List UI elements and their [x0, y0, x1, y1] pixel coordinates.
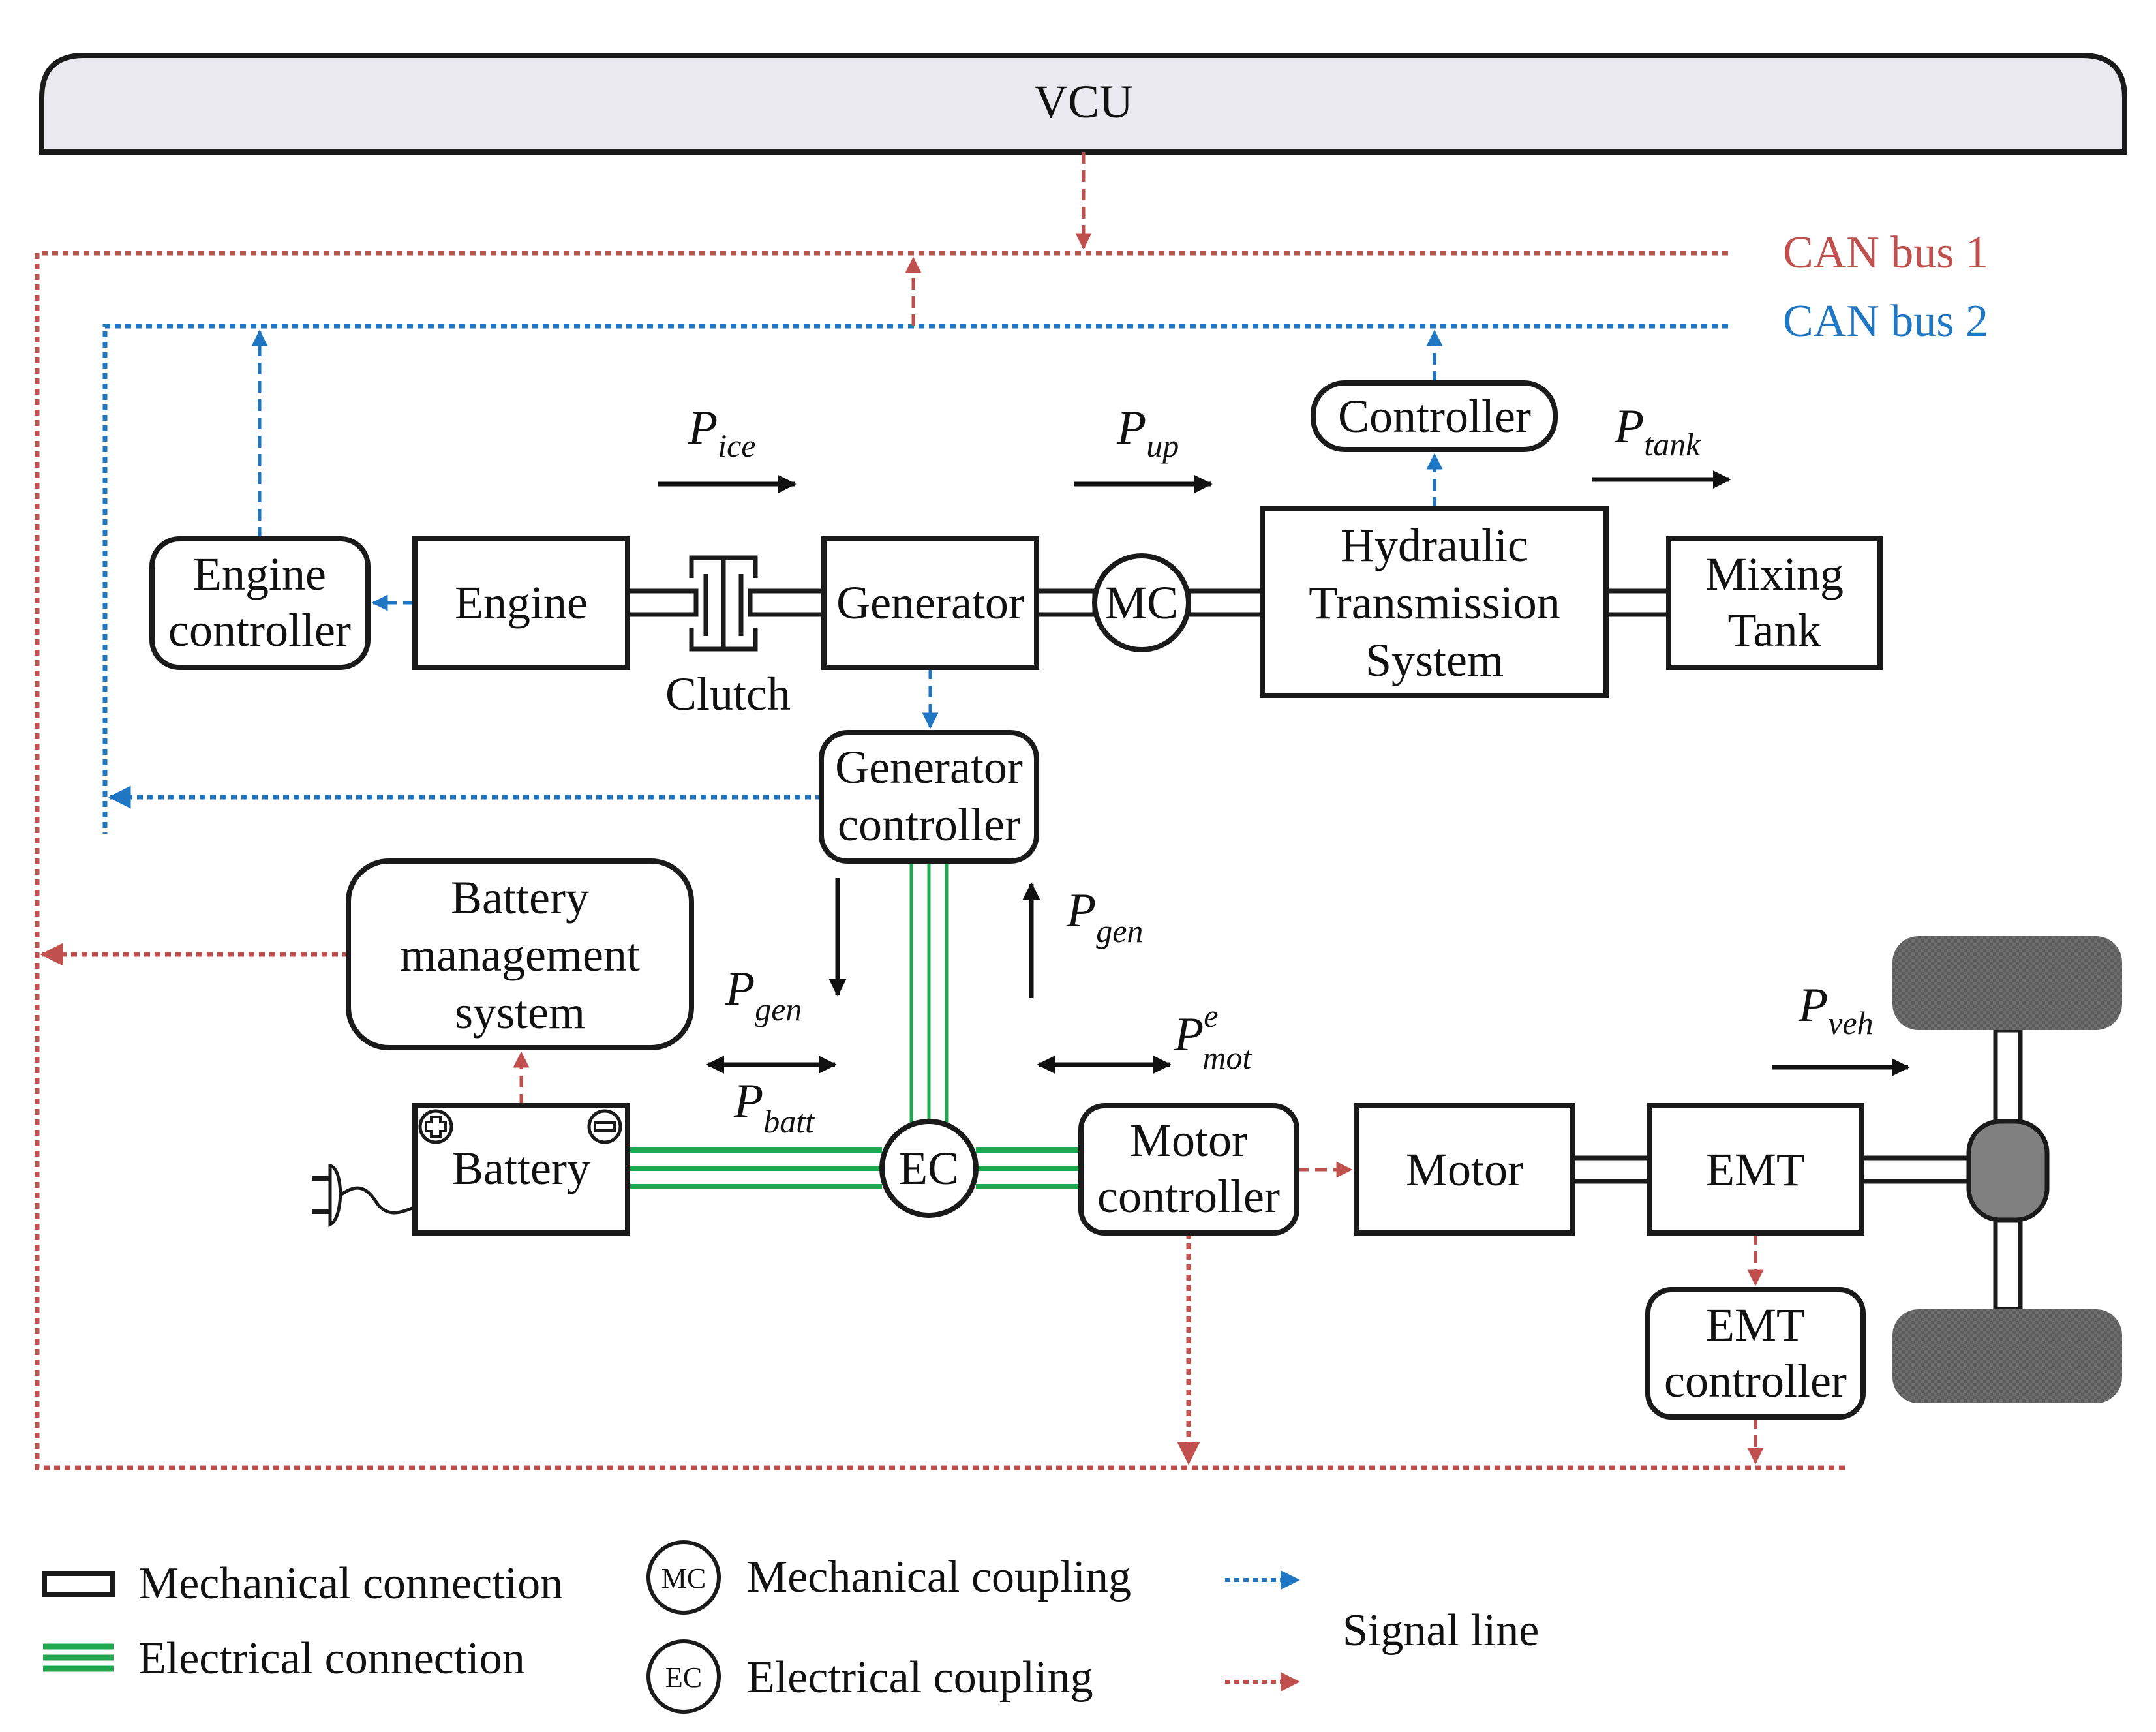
generator-label: Generator — [836, 577, 1024, 629]
mixing-tank-label-2: Tank — [1728, 604, 1821, 656]
wheel-front-icon — [1892, 936, 2122, 1030]
axle-upper — [1993, 1027, 2023, 1124]
legend-ec-symbol: EC — [665, 1662, 702, 1694]
legend-electrical-connection-label: Electrical connection — [138, 1633, 525, 1684]
p-veh-label: Pveh — [1798, 979, 1874, 1041]
motor-controller-label-2: controller — [1097, 1170, 1280, 1223]
axle-lower — [1993, 1217, 2023, 1312]
legend-signal-line-label: Signal line — [1343, 1605, 1539, 1656]
electrical-connection-icon — [43, 1643, 114, 1672]
emt-controller-label-2: controller — [1664, 1355, 1847, 1407]
motor-controller-label-1: Motor — [1130, 1114, 1247, 1166]
powertrain-diagram: VCU CAN bus 1 CAN bus 2 Clutch Engine co… — [35, 53, 2127, 1714]
generator-controller-label-2: controller — [838, 798, 1020, 851]
p-ice-label: Pice — [688, 401, 755, 464]
legend-signal-line: Signal line — [1225, 1570, 1539, 1692]
p-gen-left-label: Pgen — [725, 962, 802, 1027]
shaft-motor-emt — [1570, 1155, 1652, 1184]
legend: Mechanical connection Electrical connect… — [42, 1540, 1539, 1714]
motor-label: Motor — [1406, 1144, 1523, 1196]
mechanical-connection-icon — [42, 1571, 115, 1597]
engine-label: Engine — [455, 577, 588, 629]
generator-controller-label-1: Generator — [835, 741, 1023, 793]
electrical-connections — [628, 861, 1081, 1189]
vcu-block: VCU — [39, 53, 2127, 155]
bms-label-2: management — [400, 929, 640, 981]
p-up-label: Pup — [1116, 401, 1179, 464]
shaft-mc-hydraulic — [1186, 588, 1265, 617]
hydraulic-label-3: System — [1365, 634, 1504, 686]
emt-controller-label-1: EMT — [1706, 1299, 1805, 1351]
p-tank-label: Ptank — [1614, 400, 1701, 463]
legend-electrical-connection: Electrical connection — [43, 1633, 525, 1684]
shaft-engine-clutch — [625, 588, 699, 617]
bms-label-3: system — [455, 986, 585, 1039]
p-mot-label: Pe mot — [1174, 997, 1253, 1076]
vcu-label: VCU — [1034, 76, 1133, 128]
shaft-hydraulic-tank — [1603, 588, 1671, 617]
legend-mc-symbol: MC — [661, 1562, 706, 1594]
legend-mechanical-coupling-label: Mechanical coupling — [747, 1552, 1131, 1602]
clutch-icon — [689, 555, 758, 652]
controller-label: Controller — [1338, 390, 1531, 442]
hydraulic-label-1: Hydraulic — [1341, 519, 1528, 571]
legend-electrical-coupling: EC Electrical coupling — [646, 1639, 1093, 1714]
shaft-clutch-generator — [748, 588, 827, 617]
clutch-label: Clutch — [665, 668, 791, 720]
engine-controller-label-1: Engine — [193, 548, 326, 600]
differential-icon — [1966, 1119, 2050, 1223]
mixing-tank-label-1: Mixing — [1705, 548, 1844, 600]
p-gen-right-label: Pgen — [1066, 884, 1143, 949]
p-batt-label: Pbatt — [733, 1074, 815, 1140]
bms-label-1: Battery — [451, 872, 589, 924]
hydraulic-label-2: Transmission — [1309, 577, 1560, 629]
emt-label: EMT — [1706, 1144, 1805, 1196]
engine-controller-label-2: controller — [168, 604, 351, 656]
mc-label: MC — [1105, 577, 1178, 629]
can-bus-2-label: CAN bus 2 — [1783, 296, 1988, 346]
can-bus-1-label: CAN bus 1 — [1783, 228, 1988, 278]
legend-mechanical-connection: Mechanical connection — [42, 1558, 563, 1609]
legend-mechanical-connection-label: Mechanical connection — [138, 1558, 563, 1609]
charging-plug-icon — [312, 1163, 416, 1228]
wheel-rear-icon — [1892, 1309, 2122, 1403]
ec-label: EC — [899, 1142, 959, 1194]
shaft-generator-mc — [1034, 588, 1097, 617]
battery-label: Battery — [452, 1142, 590, 1194]
legend-mechanical-coupling: MC Mechanical coupling — [646, 1540, 1131, 1615]
legend-electrical-coupling-label: Electrical coupling — [747, 1652, 1093, 1703]
